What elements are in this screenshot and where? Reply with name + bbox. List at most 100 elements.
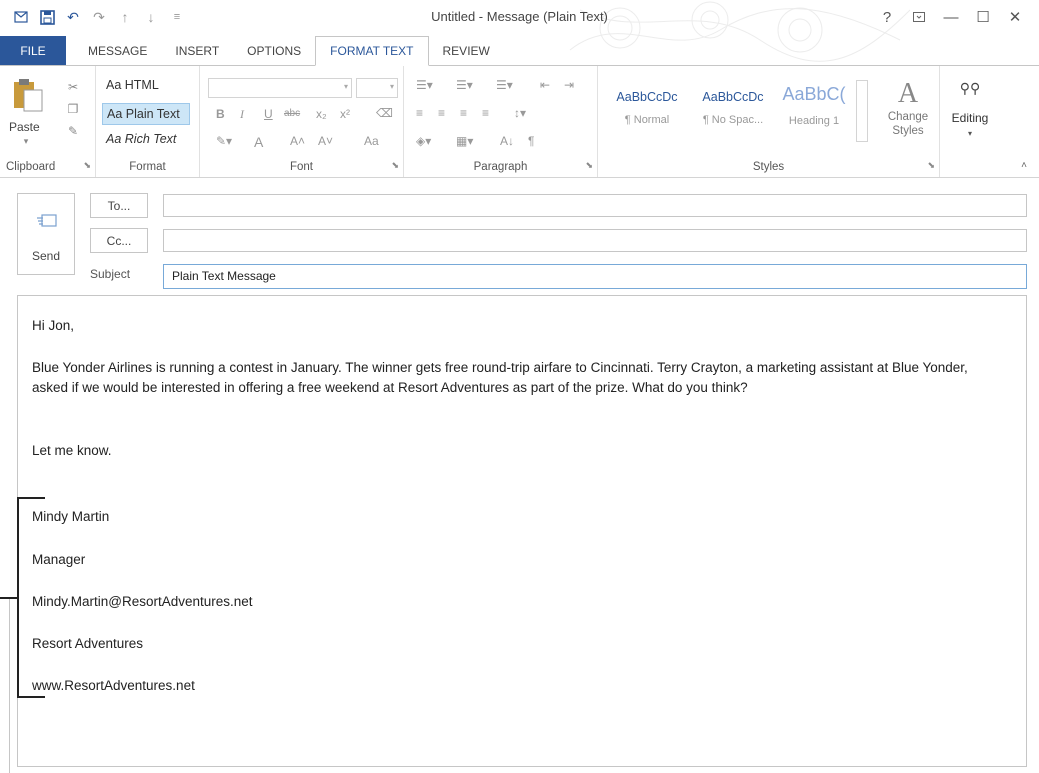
quick-access-toolbar: ↶ ↷ ↑ ↓ ≡: [10, 6, 188, 28]
tab-options[interactable]: OPTIONS: [233, 36, 315, 66]
styles-group: AaBbCcDc ¶ Normal AaBbCcDc ¶ No Spac... …: [598, 66, 940, 177]
to-button[interactable]: To...: [90, 193, 148, 218]
clear-formatting-icon[interactable]: ⌫: [376, 106, 393, 120]
underline-button[interactable]: U: [264, 107, 273, 121]
format-rich-text-option[interactable]: Aa Rich Text: [102, 128, 190, 150]
customize-qat-icon[interactable]: ≡: [166, 6, 188, 28]
send-button[interactable]: Send: [17, 193, 75, 275]
subscript-button[interactable]: x₂: [316, 107, 327, 121]
tab-format-text[interactable]: FORMAT TEXT: [315, 36, 429, 66]
help-icon[interactable]: ?: [873, 5, 901, 29]
paste-button[interactable]: Paste: [9, 120, 40, 134]
align-left-icon[interactable]: ≡: [416, 106, 423, 120]
ribbon: Paste ▾ ✂ ❐ ✎ Clipboard ⬊ Aa HTML Aa Pla…: [0, 65, 1039, 178]
show-formatting-button[interactable]: ¶: [528, 134, 534, 148]
strikethrough-button[interactable]: abc: [284, 108, 300, 119]
paste-icon[interactable]: [12, 78, 44, 112]
align-right-icon[interactable]: ≡: [460, 106, 467, 120]
cut-icon[interactable]: ✂: [64, 80, 82, 96]
close-button[interactable]: ✕: [1001, 5, 1029, 29]
redo-icon[interactable]: ↷: [88, 6, 110, 28]
signature-bracket: [17, 497, 45, 698]
decrease-indent-icon[interactable]: ⇤: [540, 78, 550, 92]
style-heading-1-sample: AaBbC(: [782, 84, 846, 104]
send-envelope-icon: [37, 214, 57, 227]
format-html-option[interactable]: Aa HTML: [102, 74, 190, 96]
style-no-spacing-sample: AaBbCcDc: [702, 90, 764, 104]
align-center-icon[interactable]: ≡: [438, 106, 445, 120]
numbering-icon[interactable]: ☰▾: [456, 78, 473, 92]
maximize-button[interactable]: ☐: [969, 5, 997, 29]
minimize-button[interactable]: —: [937, 5, 965, 29]
paragraph-group-label: Paragraph: [473, 161, 528, 173]
cc-field[interactable]: [163, 229, 1027, 252]
subject-field[interactable]: Plain Text Message: [163, 264, 1027, 289]
change-styles-label: Change Styles: [887, 111, 929, 137]
to-field[interactable]: [163, 194, 1027, 217]
change-case-button[interactable]: Aa: [364, 134, 379, 148]
styles-launcher-icon[interactable]: ⬊: [927, 160, 935, 171]
change-styles-button[interactable]: A Change Styles: [880, 78, 936, 138]
style-no-spacing-name: ¶ No Spac...: [702, 114, 764, 126]
clipboard-group: Paste ▾ ✂ ❐ ✎ Clipboard ⬊: [0, 66, 96, 177]
superscript-button[interactable]: x²: [340, 107, 350, 121]
bullets-icon[interactable]: ☰▾: [416, 78, 433, 92]
styles-group-label: Styles: [752, 161, 785, 173]
style-heading-1[interactable]: AaBbC( Heading 1: [774, 80, 854, 142]
style-heading-1-name: Heading 1: [788, 115, 840, 127]
italic-button[interactable]: I: [240, 107, 244, 122]
format-plain-text-option[interactable]: Aa Plain Text: [102, 103, 190, 125]
style-normal[interactable]: AaBbCcDc ¶ Normal: [604, 80, 690, 142]
font-group: ▾ ▾ B I U abc x₂ x² ⌫ ✎▾ A A˄ A˅ Aa Font…: [200, 66, 404, 177]
previous-item-icon[interactable]: ↑: [114, 6, 136, 28]
body-paragraph: Blue Yonder Airlines is running a contes…: [32, 360, 968, 395]
signature-company: Resort Adventures: [32, 636, 144, 651]
collapse-ribbon-icon[interactable]: ˄: [1021, 160, 1027, 171]
window-controls: ? — ☐ ✕: [873, 5, 1029, 29]
next-item-icon[interactable]: ↓: [140, 6, 162, 28]
format-painter-icon[interactable]: ✎: [64, 124, 82, 140]
style-normal-sample: AaBbCcDc: [616, 90, 678, 104]
sort-button[interactable]: A↓: [500, 134, 514, 148]
increase-indent-icon[interactable]: ⇥: [564, 78, 574, 92]
signature-website: www.ResortAdventures.net: [32, 678, 195, 693]
font-group-label: Font: [289, 161, 313, 173]
borders-icon[interactable]: ▦▾: [456, 134, 473, 148]
tab-file[interactable]: FILE: [0, 36, 66, 66]
greeting-line: Hi Jon,: [32, 318, 75, 333]
clipboard-launcher-icon[interactable]: ⬊: [83, 160, 91, 171]
multilevel-list-icon[interactable]: ☰▾: [496, 78, 513, 92]
shading-icon[interactable]: ◈▾: [416, 134, 431, 148]
styles-gallery-scrollbar[interactable]: [856, 80, 868, 142]
text-highlight-icon[interactable]: ✎▾: [216, 134, 232, 148]
cc-button[interactable]: Cc...: [90, 228, 148, 253]
title-bar: ↶ ↷ ↑ ↓ ≡ Untitled - Message (Plain Text…: [0, 0, 1039, 62]
callout-leader-line: [9, 598, 10, 773]
justify-icon[interactable]: ≡: [482, 106, 489, 120]
font-color-button[interactable]: A: [254, 134, 263, 150]
tab-message[interactable]: MESSAGE: [66, 36, 161, 66]
style-no-spacing[interactable]: AaBbCcDc ¶ No Spac...: [690, 80, 776, 142]
clipboard-group-label: Clipboard: [6, 161, 56, 173]
signature-email: Mindy.Martin@ResortAdventures.net: [32, 594, 253, 609]
copy-icon[interactable]: ❐: [64, 102, 82, 118]
tab-insert[interactable]: INSERT: [161, 36, 233, 66]
message-body[interactable]: Hi Jon, Blue Yonder Airlines is running …: [17, 295, 1027, 767]
paste-dropdown-icon[interactable]: ▾: [17, 136, 35, 152]
save-icon[interactable]: [36, 6, 58, 28]
font-name-combo[interactable]: ▾: [208, 78, 352, 98]
font-launcher-icon[interactable]: ⬊: [391, 160, 399, 171]
undo-icon[interactable]: ↶: [62, 6, 84, 28]
ribbon-display-options-icon[interactable]: [905, 5, 933, 29]
bold-button[interactable]: B: [216, 107, 225, 121]
paragraph-launcher-icon[interactable]: ⬊: [585, 160, 593, 171]
grow-font-button[interactable]: A˄: [290, 134, 305, 148]
font-size-combo[interactable]: ▾: [356, 78, 398, 98]
paragraph-group: ☰▾ ☰▾ ☰▾ ⇤ ⇥ ≡ ≡ ≡ ≡ ↕▾ ◈▾ ▦▾ A↓ ¶ Parag…: [404, 66, 598, 177]
outlook-app-icon[interactable]: [10, 6, 32, 28]
line-spacing-icon[interactable]: ↕▾: [514, 106, 526, 120]
editing-label: Editing: [951, 111, 989, 125]
shrink-font-button[interactable]: A˅: [318, 134, 333, 148]
tab-review[interactable]: REVIEW: [429, 36, 504, 66]
editing-button[interactable]: ⚲⚲ Editing ▾: [944, 80, 996, 138]
